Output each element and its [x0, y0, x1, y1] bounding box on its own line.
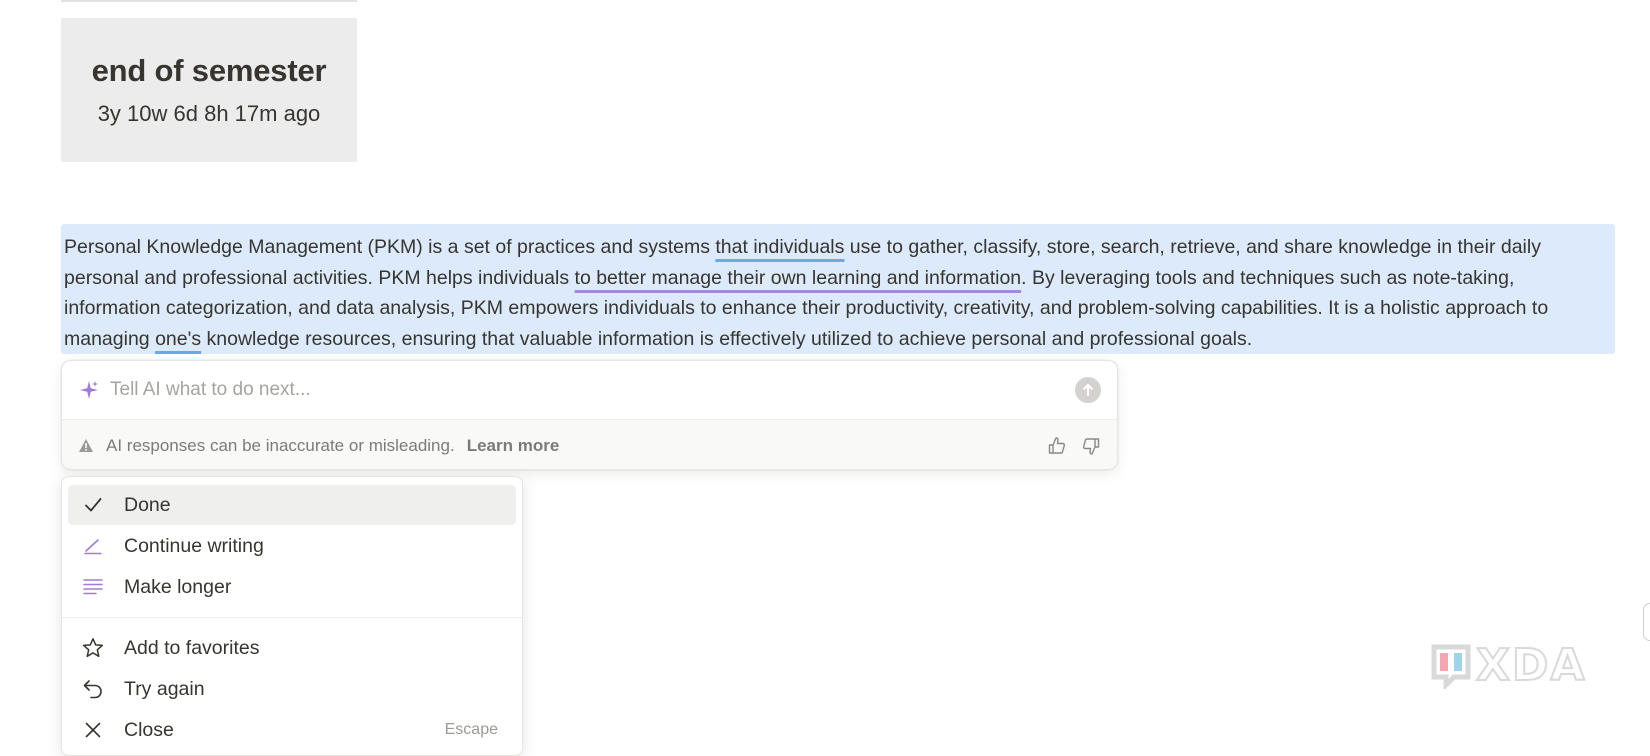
- underlined-phrase[interactable]: to better manage their own learning and …: [575, 267, 1022, 289]
- menu-item-continue-writing[interactable]: Continue writing: [68, 526, 516, 566]
- disclaimer-text: AI responses can be inaccurate or mislea…: [106, 435, 455, 455]
- menu-item-add-to-favorites[interactable]: Add to favorites: [68, 628, 516, 668]
- escape-shortcut: Escape: [444, 721, 498, 738]
- check-icon: [80, 492, 106, 518]
- text-segment: knowledge resources, ensuring that valua…: [201, 327, 1253, 350]
- countdown-widget: end of semester 3y 10w 6d 8h 17m ago: [61, 18, 357, 162]
- menu-item-close[interactable]: Close Escape: [68, 710, 516, 750]
- arrow-up-icon: [1083, 384, 1093, 396]
- side-panel-handle[interactable]: [1643, 603, 1650, 641]
- menu-item-done[interactable]: Done: [68, 485, 516, 525]
- underlined-phrase[interactable]: that individuals: [715, 236, 844, 258]
- menu-item-label: Close: [124, 718, 174, 741]
- ai-action-menu: Done Continue writing Make longer Add to…: [61, 476, 523, 756]
- menu-item-label: Done: [124, 493, 171, 516]
- top-divider: [61, 0, 357, 2]
- ai-prompt-panel: AI responses can be inaccurate or mislea…: [61, 360, 1118, 470]
- xda-watermark: XDA: [1430, 639, 1587, 692]
- lines-icon: [80, 574, 106, 600]
- warning-icon: [78, 438, 94, 453]
- ai-input-row: [62, 361, 1117, 419]
- undo-icon: [80, 676, 106, 702]
- countdown-elapsed: 3y 10w 6d 8h 17m ago: [97, 101, 321, 126]
- menu-item-label: Try again: [124, 677, 205, 700]
- thumbs-down-icon[interactable]: [1081, 436, 1101, 456]
- feedback-buttons: [1047, 436, 1101, 456]
- sparkle-icon: [78, 379, 100, 401]
- send-button[interactable]: [1075, 377, 1101, 403]
- text-segment: Personal Knowledge Management (PKM) is a…: [64, 236, 716, 258]
- close-icon: [80, 717, 106, 743]
- menu-item-try-again[interactable]: Try again: [68, 669, 516, 709]
- watermark-text: XDA: [1475, 639, 1587, 692]
- ai-disclaimer-bar: AI responses can be inaccurate or mislea…: [62, 419, 1117, 469]
- star-icon: [80, 635, 106, 661]
- selected-paragraph[interactable]: Personal Knowledge Management (PKM) is a…: [61, 224, 1615, 354]
- menu-item-label: Make longer: [124, 575, 232, 598]
- countdown-title: end of semester: [91, 53, 327, 88]
- thumbs-up-icon[interactable]: [1047, 436, 1067, 456]
- ai-prompt-input[interactable]: [110, 379, 1075, 401]
- menu-item-label: Continue writing: [124, 534, 264, 557]
- menu-item-label: Add to favorites: [124, 636, 260, 659]
- menu-item-make-longer[interactable]: Make longer: [68, 567, 516, 607]
- learn-more-link[interactable]: Learn more: [467, 436, 560, 456]
- menu-divider: [62, 617, 522, 618]
- pen-icon: [80, 533, 106, 559]
- xda-logo-icon: [1431, 644, 1471, 689]
- underlined-phrase[interactable]: one's: [155, 328, 201, 350]
